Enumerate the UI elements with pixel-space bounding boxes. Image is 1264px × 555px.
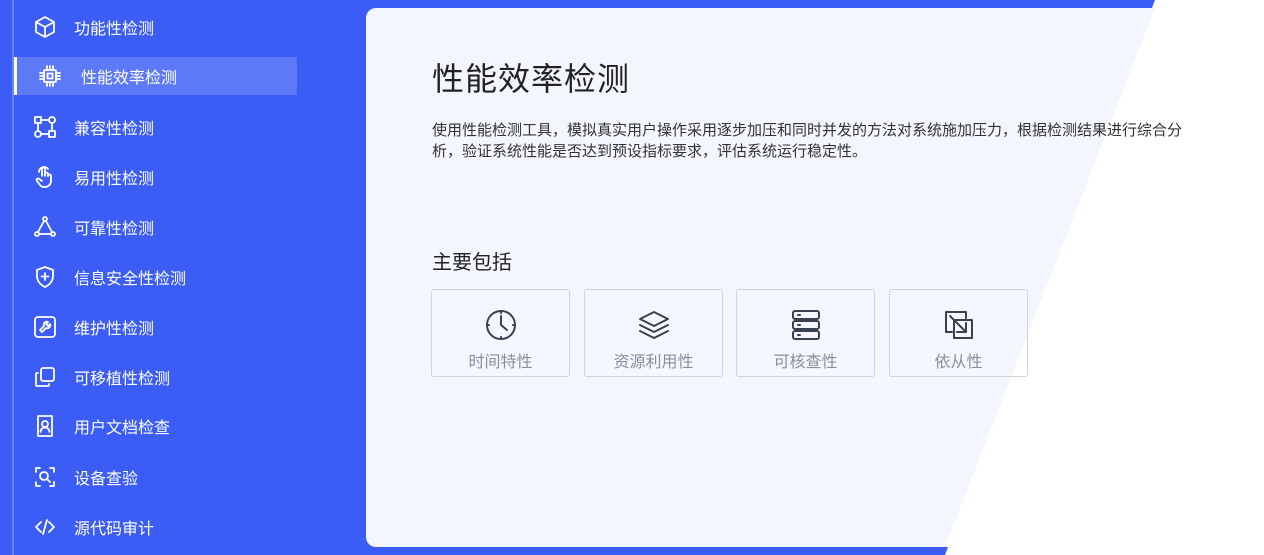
feature-card-verifiability[interactable]: 可核查性 <box>736 289 875 377</box>
feature-card-compliance[interactable]: 依从性 <box>889 289 1028 377</box>
sidebar-item-source-audit[interactable]: 源代码审计 <box>14 508 297 546</box>
triangle-nodes-icon <box>32 214 58 240</box>
shield-plus-icon <box>32 264 58 290</box>
page-title: 性能效率检测 <box>432 60 631 98</box>
sidebar-item-label: 源代码审计 <box>74 519 155 538</box>
sidebar-item-label: 功能性检测 <box>74 19 155 38</box>
clock-icon <box>484 308 518 342</box>
sidebar-item-user-docs[interactable]: 用户文档检查 <box>14 407 297 445</box>
feature-label: 资源利用性 <box>613 352 694 371</box>
sidebar-item-label: 可靠性检测 <box>74 219 155 238</box>
section-subtitle: 主要包括 <box>432 250 512 274</box>
layers-icon <box>637 308 671 342</box>
chip-icon <box>37 63 63 89</box>
sidebar-item-label: 维护性检测 <box>74 319 155 338</box>
sidebar-item-maintainability[interactable]: 维护性检测 <box>14 308 297 346</box>
hand-pointer-icon <box>32 164 58 190</box>
sidebar-item-usability[interactable]: 易用性检测 <box>14 158 297 196</box>
user-doc-icon <box>32 413 58 439</box>
sidebar-item-functional[interactable]: 功能性检测 <box>14 8 297 46</box>
feature-label: 时间特性 <box>468 352 533 371</box>
sidebar-item-label: 信息安全性检测 <box>74 269 187 288</box>
cube-icon <box>32 14 58 40</box>
content-panel: 性能效率检测 使用性能检测工具，模拟真实用户操作采用逐步加压和同时并发的方法对系… <box>366 8 1249 547</box>
wrench-icon <box>32 314 58 340</box>
feature-label: 可核查性 <box>773 352 838 371</box>
feature-label: 依从性 <box>934 352 983 371</box>
copy-icon <box>32 364 58 390</box>
sidebar-item-label: 性能效率检测 <box>81 68 178 87</box>
sidebar-item-label: 用户文档检查 <box>74 418 171 437</box>
sidebar-item-label: 易用性检测 <box>74 169 155 188</box>
sidebar-item-compatibility[interactable]: 兼容性检测 <box>14 108 297 146</box>
sidebar-item-label: 可移植性检测 <box>74 369 171 388</box>
sidebar-item-security[interactable]: 信息安全性检测 <box>14 258 297 296</box>
arrow-box-icon <box>942 308 976 342</box>
nodes-icon <box>32 114 58 140</box>
code-icon <box>32 514 58 540</box>
sidebar: 功能性检测 性能效率检测 兼容性检测 易用性检测 可靠性检测 信息安全性检测 维… <box>0 0 330 555</box>
sidebar-item-portability[interactable]: 可移植性检测 <box>14 358 297 396</box>
sidebar-item-label: 设备查验 <box>74 469 139 488</box>
page-description: 使用性能检测工具，模拟真实用户操作采用逐步加压和同时并发的方法对系统施加压力，根… <box>432 121 1183 160</box>
feature-card-resource[interactable]: 资源利用性 <box>584 289 723 377</box>
server-icon <box>789 308 823 342</box>
sidebar-item-reliability[interactable]: 可靠性检测 <box>14 208 297 246</box>
feature-card-time[interactable]: 时间特性 <box>431 289 570 377</box>
sidebar-item-label: 兼容性检测 <box>74 119 155 138</box>
scan-search-icon <box>32 464 58 490</box>
sidebar-item-performance[interactable]: 性能效率检测 <box>14 57 297 95</box>
sidebar-item-device-check[interactable]: 设备查验 <box>14 458 297 496</box>
